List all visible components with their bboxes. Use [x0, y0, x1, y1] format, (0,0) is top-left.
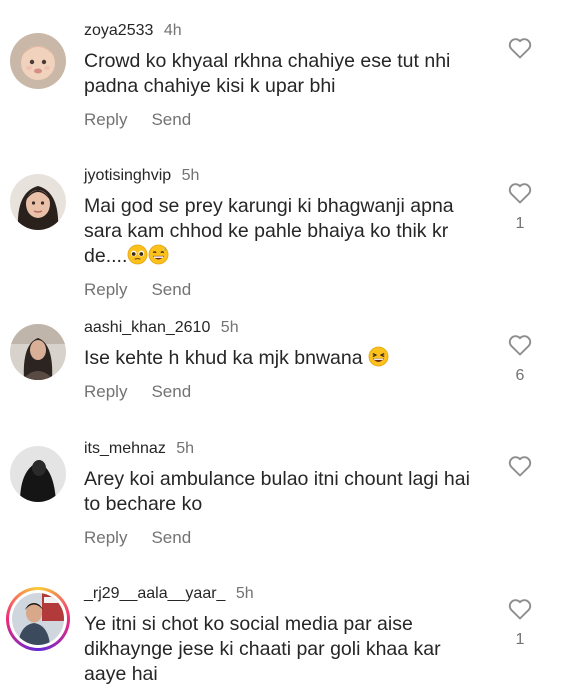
- like-count: 1: [515, 215, 525, 232]
- pleading-face-emoji: [127, 244, 148, 265]
- comment-timestamp: 5h: [181, 167, 200, 184]
- heart-outline-icon[interactable]: [508, 598, 532, 620]
- story-ring[interactable]: [6, 587, 70, 651]
- laughing-face-emoji: [368, 346, 389, 367]
- heart-outline-icon[interactable]: [508, 37, 532, 59]
- avatar[interactable]: [10, 446, 66, 502]
- reply-button[interactable]: Reply: [84, 528, 127, 547]
- comment-text: Crowd ko khyaal rkhna chahiye ese tut nh…: [84, 50, 451, 97]
- comment-timestamp: 5h: [235, 585, 254, 602]
- comment-username[interactable]: jyotisinghvip: [84, 167, 171, 184]
- avatar[interactable]: [10, 324, 66, 380]
- comment-username[interactable]: aashi_khan_2610: [84, 319, 210, 336]
- comment-username[interactable]: _rj29__aala__yaar_: [84, 585, 225, 602]
- send-button[interactable]: Send: [151, 382, 191, 401]
- comment-timestamp: 5h: [220, 319, 239, 336]
- comment-text: Ye itni si chot ko social media par aise…: [84, 613, 441, 685]
- comment-timestamp: 4h: [163, 22, 182, 39]
- send-button[interactable]: Send: [151, 280, 191, 299]
- comment-text: Arey koi ambulance bulao itni chount lag…: [84, 468, 470, 515]
- comment-username[interactable]: its_mehnaz: [84, 440, 166, 457]
- comment-username[interactable]: zoya2533: [84, 22, 153, 39]
- heart-outline-icon[interactable]: [508, 334, 532, 356]
- send-button[interactable]: Send: [151, 528, 191, 547]
- avatar: [12, 593, 64, 645]
- like-count: 1: [515, 631, 525, 648]
- avatar[interactable]: [10, 33, 66, 89]
- reply-button[interactable]: Reply: [84, 382, 127, 401]
- comment-text: Ise kehte h khud ka mjk bnwana: [84, 347, 363, 369]
- grinning-sweat-emoji: [148, 244, 169, 265]
- like-count: 6: [515, 367, 525, 384]
- comment-timestamp: 5h: [176, 440, 195, 457]
- avatar[interactable]: [10, 174, 66, 230]
- send-button[interactable]: Send: [151, 110, 191, 129]
- heart-outline-icon[interactable]: [508, 182, 532, 204]
- heart-outline-icon[interactable]: [508, 455, 532, 477]
- reply-button[interactable]: Reply: [84, 280, 127, 299]
- reply-button[interactable]: Reply: [84, 110, 127, 129]
